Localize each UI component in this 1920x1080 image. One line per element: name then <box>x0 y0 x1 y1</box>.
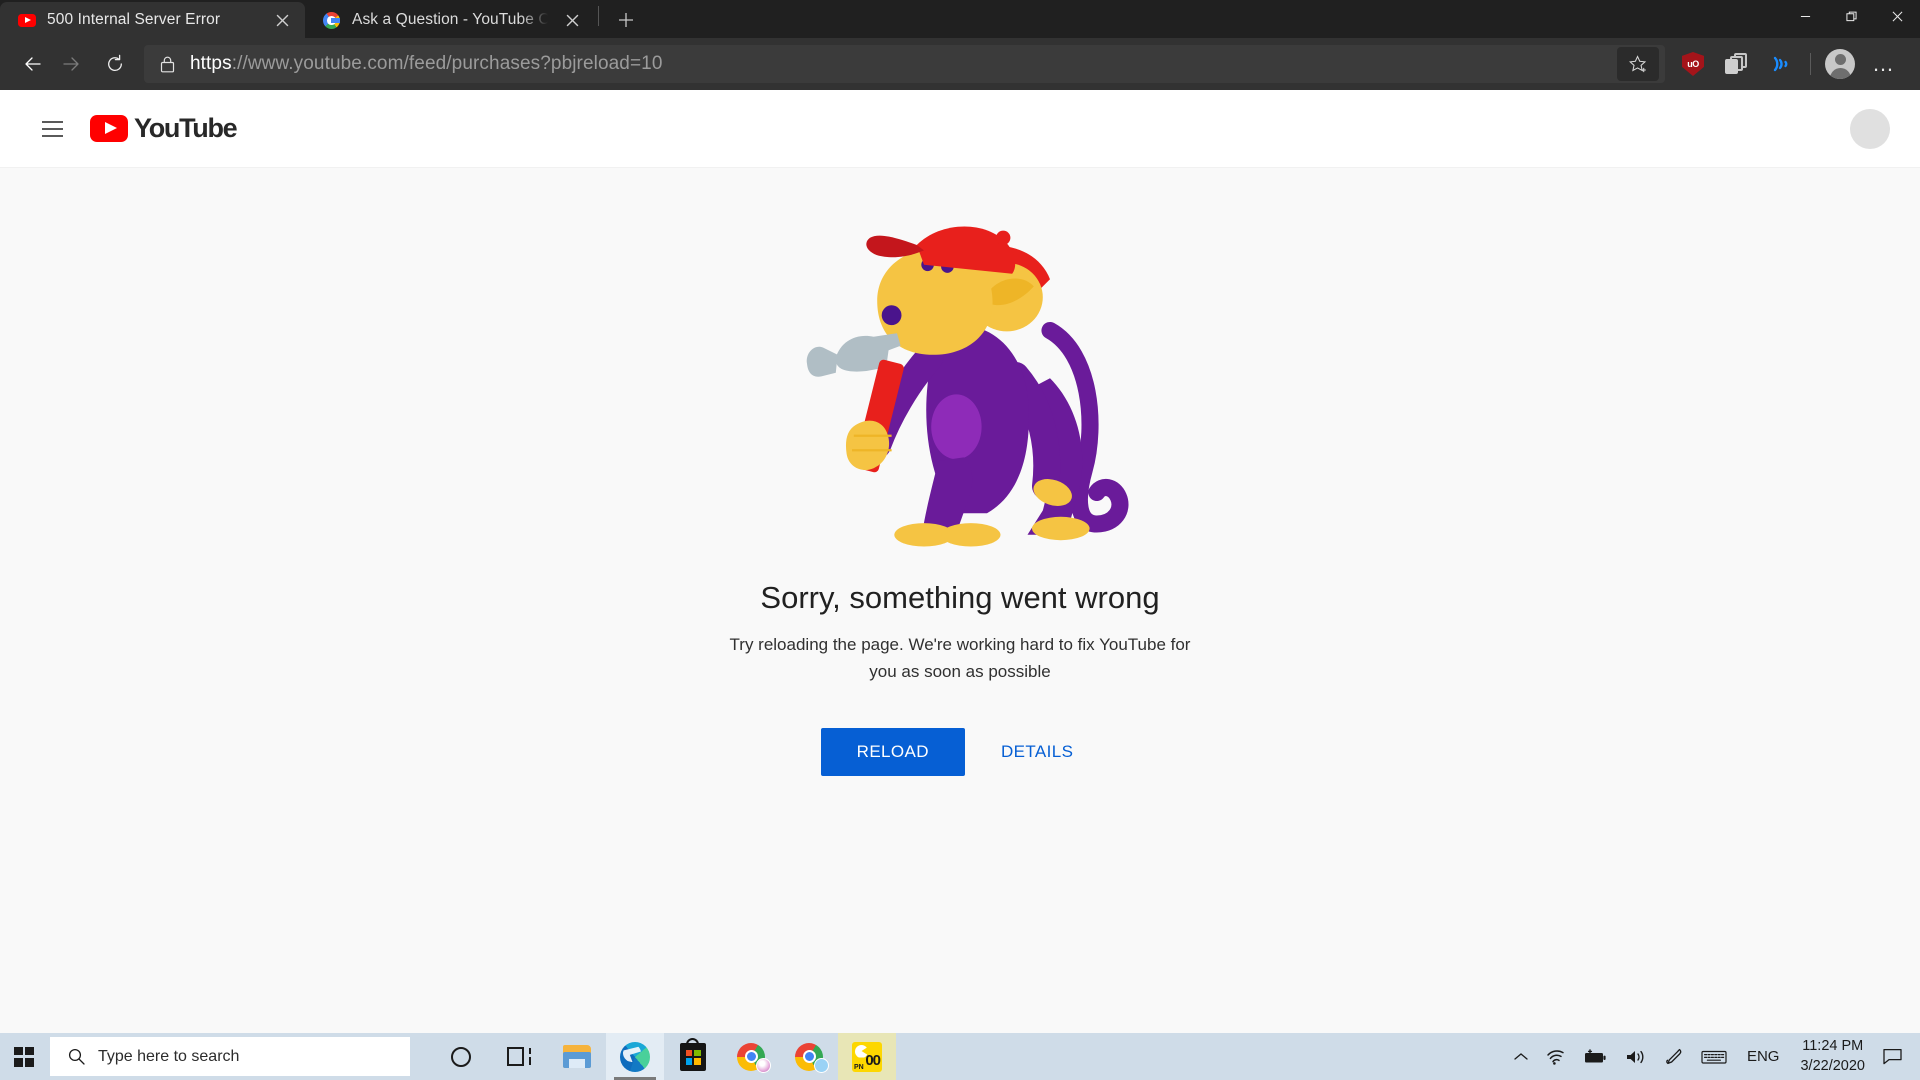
page-viewport: YouTube Sorry, something went wrong Try … <box>0 90 1920 1033</box>
microsoft-edge-icon[interactable] <box>606 1033 664 1080</box>
settings-and-more-icon[interactable]: … <box>1862 43 1906 85</box>
microsoft-store-icon[interactable] <box>664 1033 722 1080</box>
back-arrow-icon[interactable] <box>10 43 52 85</box>
reload-button[interactable]: RELOAD <box>820 727 965 776</box>
url-host: ://www.youtube.com <box>231 53 404 74</box>
browser-toolbar: https://www.youtube.com/feed/purchases?p… <box>0 38 1920 90</box>
speaker-icon[interactable] <box>1616 1033 1656 1080</box>
search-placeholder: Type here to search <box>98 1047 240 1065</box>
settings-dots: … <box>1872 51 1896 76</box>
touch-keyboard-icon[interactable] <box>1692 1033 1736 1080</box>
toolbar-divider <box>1810 53 1811 75</box>
windows-ink-icon[interactable] <box>1656 1033 1692 1080</box>
clock-time: 11:24 PM <box>1802 1037 1864 1054</box>
language-indicator[interactable]: ENG <box>1736 1048 1791 1065</box>
broken-monkey-with-hammer-illustration <box>806 226 1129 547</box>
collections-icon[interactable] <box>1715 43 1759 85</box>
pac-app-label: 00 <box>865 1051 881 1069</box>
tab-title: 500 Internal Server Error <box>47 11 221 28</box>
cortana-icon[interactable] <box>432 1033 490 1080</box>
refresh-icon[interactable] <box>94 43 136 85</box>
url-text: https://www.youtube.com/feed/purchases?p… <box>190 53 1617 75</box>
error-title: Sorry, something went wrong <box>760 580 1160 615</box>
pac-app-icon[interactable]: PN 00 <box>838 1033 896 1080</box>
star-add-icon[interactable] <box>1617 47 1659 81</box>
new-tab-button[interactable] <box>608 5 644 35</box>
tab-title: Ask a Question - YouTube Comm <box>352 11 548 28</box>
error-page: Sorry, something went wrong Try reloadin… <box>0 168 1920 1033</box>
close-icon[interactable] <box>269 7 295 33</box>
search-icon <box>68 1048 85 1065</box>
account-avatar[interactable] <box>1850 108 1890 149</box>
youtube-logo[interactable]: YouTube <box>90 113 238 144</box>
hamburger-menu-icon[interactable] <box>28 105 76 153</box>
youtube-play-icon <box>90 115 128 142</box>
google-icon <box>323 11 341 29</box>
restore-icon[interactable] <box>1828 0 1874 32</box>
close-icon[interactable] <box>559 7 585 33</box>
ublock-origin-icon[interactable]: uO <box>1671 43 1715 85</box>
wifi-icon[interactable] <box>1537 1033 1574 1080</box>
details-button[interactable]: DETAILS <box>975 728 1099 776</box>
address-bar[interactable]: https://www.youtube.com/feed/purchases?p… <box>144 45 1665 83</box>
clock[interactable]: 11:24 PM 3/22/2020 <box>1790 1037 1875 1076</box>
file-explorer-icon[interactable] <box>548 1033 606 1080</box>
chevron-up-icon[interactable] <box>1505 1033 1537 1080</box>
padlock-icon <box>144 45 190 83</box>
youtube-header: YouTube <box>0 90 1920 168</box>
battery-charging-icon[interactable] <box>1574 1033 1616 1080</box>
google-chrome-icon[interactable] <box>722 1033 780 1080</box>
windows-taskbar: Type here to search PN 00 ENG 11:24 PM 3… <box>0 1033 1920 1080</box>
action-center-icon[interactable] <box>1875 1033 1914 1080</box>
google-chrome-icon[interactable] <box>780 1033 838 1080</box>
tab-divider <box>598 5 599 26</box>
close-icon[interactable] <box>1874 0 1920 32</box>
taskbar-apps: PN 00 <box>432 1033 896 1080</box>
forward-arrow-icon[interactable] <box>52 43 94 85</box>
tab-ask-a-question[interactable]: Ask a Question - YouTube Comm <box>305 2 595 38</box>
url-path: /feed/purchases?pbjreload=10 <box>403 53 663 74</box>
read-aloud-icon[interactable] <box>1759 43 1803 85</box>
url-scheme: https <box>190 53 232 74</box>
browser-window: 500 Internal Server Error Ask a Question… <box>0 0 1920 1033</box>
youtube-wordmark: YouTube <box>134 113 238 143</box>
tab-500-internal-server-error[interactable]: 500 Internal Server Error <box>0 2 305 38</box>
extension-toolbar: uO … <box>1671 43 1906 85</box>
window-controls <box>1782 0 1920 32</box>
ublock-label: uO <box>1687 59 1699 69</box>
clock-date: 3/22/2020 <box>1800 1057 1865 1074</box>
system-tray: ENG 11:24 PM 3/22/2020 <box>1505 1033 1920 1080</box>
taskbar-search-input[interactable]: Type here to search <box>50 1037 410 1076</box>
youtube-icon <box>18 11 36 29</box>
task-view-icon[interactable] <box>490 1033 548 1080</box>
error-actions: RELOAD DETAILS <box>820 727 1100 776</box>
windows-start-icon[interactable] <box>0 1033 48 1080</box>
pac-app-sublabel: PN <box>854 1063 864 1071</box>
error-subtitle: Try reloading the page. We're working ha… <box>729 635 1191 681</box>
minimize-icon[interactable] <box>1782 0 1828 32</box>
tab-strip: 500 Internal Server Error Ask a Question… <box>0 0 1920 38</box>
profile-avatar[interactable] <box>1818 43 1862 85</box>
